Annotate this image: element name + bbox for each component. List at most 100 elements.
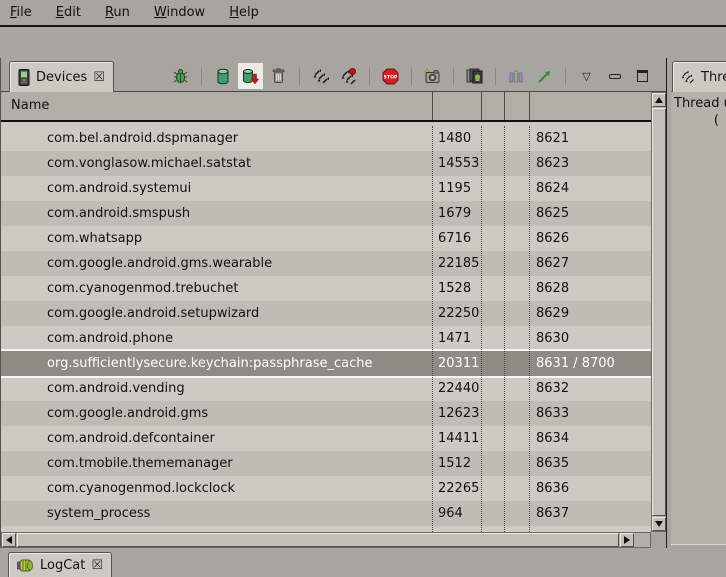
cell-pid: 22265 [432, 476, 481, 501]
cell-c3 [481, 226, 504, 251]
column-divider [529, 126, 530, 532]
column-divider [432, 126, 433, 532]
dump-hprof-icon[interactable] [241, 66, 260, 86]
vertical-scrollbar[interactable] [651, 92, 667, 532]
table-row[interactable]: com.android.defcontainer144118634 [1, 426, 651, 451]
systrace-icon[interactable] [507, 66, 526, 86]
header-column-divider[interactable] [504, 92, 505, 120]
tab-logcat-label: LogCat [40, 558, 85, 573]
menu-item-run[interactable]: Run [105, 5, 130, 20]
cell-pid: 1195 [432, 176, 481, 201]
cell-pid: 1471 [432, 326, 481, 351]
cell-pid: 6716 [432, 226, 481, 251]
maximize-icon[interactable] [633, 66, 652, 86]
scroll-left-button[interactable] [2, 533, 16, 547]
table-row[interactable]: com.cyanogenmod.lockclock22265 8636 [1, 476, 651, 501]
menu-item-edit[interactable]: Edit [56, 5, 81, 20]
scroll-down-button[interactable] [652, 517, 666, 531]
screen-views-icon[interactable] [465, 66, 484, 86]
cell-name: com.whatsapp [1, 226, 432, 251]
toolbar-separator [201, 68, 202, 85]
cause-gc-icon[interactable] [269, 66, 288, 86]
device-table-header[interactable]: Name [1, 92, 651, 122]
cell-port: 8630 [529, 326, 651, 351]
table-row[interactable]: com.bel.android.dspmanager14808621 [1, 126, 651, 151]
cell-c4 [504, 226, 529, 251]
table-row[interactable]: com.google.android.gms.wearable221858627 [1, 251, 651, 276]
threads-icon [681, 70, 695, 84]
cell-port: 8631 / 8700 [529, 351, 651, 376]
debug-attach-icon[interactable] [171, 66, 190, 86]
horizontal-scrollbar[interactable] [1, 532, 651, 548]
table-row[interactable]: com.android.smspush16798625 [1, 201, 651, 226]
cell-c4 [504, 151, 529, 176]
cell-port: 8636 [529, 476, 651, 501]
cell-name: com.vonglasow.michael.satstat [1, 151, 432, 176]
update-heap-icon[interactable] [213, 66, 232, 86]
menu-item-window[interactable]: Window [154, 5, 205, 20]
table-row[interactable]: com.google.android.gms126238633 [1, 401, 651, 426]
cell-name: com.bel.android.dspmanager [1, 126, 432, 151]
cell-pid: 14411 [432, 426, 481, 451]
cell-name: com.cyanogenmod.lockclock [1, 476, 432, 501]
cell-c3 [481, 401, 504, 426]
cell-c3 [481, 376, 504, 401]
cell-name: com.cyanogenmod.trebuchet [1, 276, 432, 301]
cell-port: 8623 [529, 151, 651, 176]
horizontal-scrollbar-thumb[interactable] [17, 533, 619, 547]
threads-tab-row: Threa [671, 58, 726, 92]
cell-c4 [504, 176, 529, 201]
table-row-selected[interactable]: org.sufficientlysecure.keychain:passphra… [1, 351, 651, 376]
toolbar-separator [299, 68, 300, 85]
table-row[interactable]: com.android.vending224408632 [1, 376, 651, 401]
cell-c4 [504, 276, 529, 301]
cell-c3 [481, 351, 504, 376]
scroll-up-button[interactable] [652, 93, 666, 107]
cell-pid: 1480 [432, 126, 481, 151]
table-row[interactable]: com.android.systemui11958624 [1, 176, 651, 201]
cell-c4 [504, 451, 529, 476]
menu-item-file[interactable]: File [10, 5, 32, 20]
table-row[interactable]: com.tmobile.thememanager15128635 [1, 451, 651, 476]
cell-port: 8633 [529, 401, 651, 426]
devices-view: Devices ☒ [0, 58, 666, 548]
header-column-divider[interactable] [481, 92, 482, 120]
cell-port: 8628 [529, 276, 651, 301]
cell-c3 [481, 476, 504, 501]
table-row[interactable]: com.cyanogenmod.trebuchet15288628 [1, 276, 651, 301]
vertical-scrollbar-thumb[interactable] [652, 108, 666, 516]
tab-devices-close-icon[interactable]: ☒ [93, 71, 105, 84]
cell-c3 [481, 501, 504, 526]
view-menu-icon[interactable]: ▽ [577, 66, 596, 86]
cell-c4 [504, 326, 529, 351]
menu-item-help[interactable]: Help [229, 5, 259, 20]
start-method-profiling-icon[interactable] [339, 66, 358, 86]
cell-pid: 14553 [432, 151, 481, 176]
tab-devices[interactable]: Devices ☒ [9, 61, 114, 92]
tab-logcat[interactable]: LogCat ☒ [8, 552, 112, 577]
cell-port: 8634 [529, 426, 651, 451]
table-row[interactable]: system_process9648637 [1, 501, 651, 526]
stop-process-icon[interactable]: STOP [381, 66, 400, 86]
table-row[interactable]: com.vonglasow.michael.satstat14553 8623 [1, 151, 651, 176]
tab-threads[interactable]: Threa [672, 61, 726, 92]
cell-c3 [481, 201, 504, 226]
table-row[interactable]: com.android.phone14718630 [1, 326, 651, 351]
header-column-divider[interactable] [432, 92, 433, 120]
scroll-right-button[interactable] [620, 533, 634, 547]
minimize-icon[interactable] [605, 66, 624, 86]
opengl-trace-icon[interactable] [535, 66, 554, 86]
cell-c3 [481, 301, 504, 326]
column-header-name[interactable]: Name [1, 98, 49, 113]
screen-capture-icon[interactable] [423, 66, 442, 86]
cell-name: org.sufficientlysecure.keychain:passphra… [1, 351, 432, 376]
threads-message-line2: ( [714, 113, 719, 128]
toolbar-separator [565, 68, 566, 85]
table-row[interactable]: com.whatsapp67168626 [1, 226, 651, 251]
empty-toolbar-strip [0, 27, 726, 58]
tab-logcat-close-icon[interactable]: ☒ [91, 559, 103, 572]
header-column-divider[interactable] [529, 92, 530, 120]
cell-name: com.android.systemui [1, 176, 432, 201]
table-row[interactable]: com.google.android.setupwizard222508629 [1, 301, 651, 326]
update-threads-icon[interactable] [311, 66, 330, 86]
